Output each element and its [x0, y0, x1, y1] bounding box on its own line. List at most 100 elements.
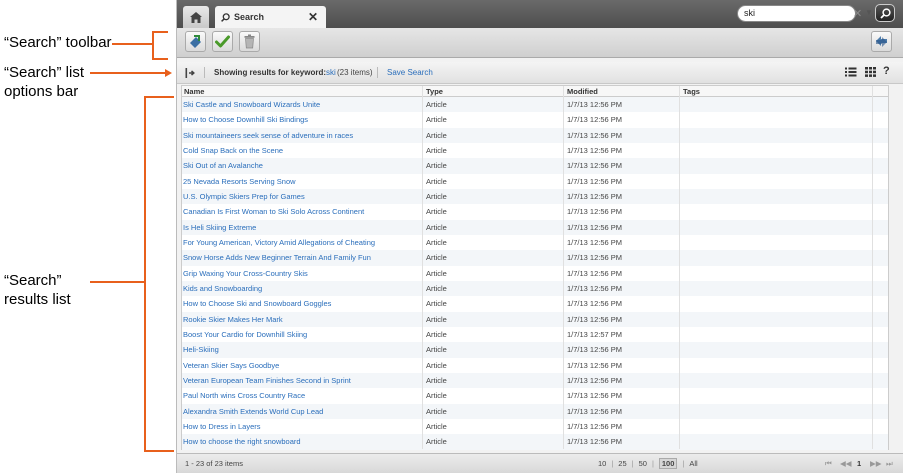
item-name-link[interactable]: Snow Horse Adds New Beginner Terrain And…: [183, 250, 371, 265]
table-row[interactable]: Boost Your Cardio for Downhill Skiing Art…: [182, 327, 888, 342]
app-window: Search ✕ ski ✕ ▼ Showing results for key…: [176, 0, 903, 473]
home-tab[interactable]: [183, 6, 209, 28]
item-name-link[interactable]: Grip Waxing Your Cross-Country Skis: [183, 266, 308, 281]
page-size-option[interactable]: 100: [658, 458, 678, 469]
item-type: Article: [426, 161, 447, 171]
publish-button[interactable]: [185, 31, 206, 52]
clear-search-icon[interactable]: ✕: [853, 7, 862, 20]
next-page-icon[interactable]: ▶▶: [870, 459, 882, 468]
column-divider: [422, 86, 423, 449]
global-search-button[interactable]: [875, 4, 895, 22]
delete-button[interactable]: [239, 31, 260, 52]
table-row[interactable]: Kids and Snowboarding Article 1/7/13 12:56…: [182, 280, 888, 297]
table-row[interactable]: How to Choose Ski and Snowboard Goggles A…: [182, 296, 888, 311]
table-header: Name Type Modified Tags: [182, 86, 888, 97]
annotation-options-line2: options bar: [4, 83, 79, 100]
list-view-icon[interactable]: [845, 67, 857, 77]
pager-footer: 1 - 23 of 23 items 10 | 25 | 50 | 100 | All ⏮ ◀◀…: [177, 453, 903, 473]
column-header-modified[interactable]: Modified: [567, 87, 598, 96]
page-size-option[interactable]: 50: [639, 459, 647, 468]
table-row[interactable]: How to Choose Downhill Ski Bindings Artic…: [182, 112, 888, 127]
table-row[interactable]: Veteran Skier Says Goodbye Article 1/7/13 …: [182, 358, 888, 373]
column-header-tags[interactable]: Tags: [683, 87, 700, 96]
annotation-arrow-options: [165, 69, 172, 77]
item-type: Article: [426, 299, 447, 309]
table-row[interactable]: 25 Nevada Resorts Serving Snow Article 1/7…: [182, 174, 888, 189]
item-name-link[interactable]: Veteran European Team Finishes Second in…: [183, 373, 351, 388]
table-row[interactable]: Snow Horse Adds New Beginner Terrain And…: [182, 250, 888, 266]
item-name-link[interactable]: How to Choose Downhill Ski Bindings: [183, 112, 308, 127]
item-name-link[interactable]: For Young American, Victory Amid Allegat…: [183, 235, 375, 250]
help-icon[interactable]: ?: [883, 65, 890, 77]
publish-icon: [190, 35, 201, 48]
item-name-link[interactable]: Alexandra Smith Extends World Cup Lead: [183, 404, 323, 419]
item-name-link[interactable]: How to Dress in Layers: [183, 419, 261, 434]
item-type: Article: [426, 237, 447, 247]
item-modified: 1/7/13 12:57 PM: [567, 329, 623, 339]
item-name-link[interactable]: Kids and Snowboarding: [183, 281, 262, 296]
item-name-link[interactable]: Boost Your Cardio for Downhill Skiing: [183, 327, 307, 342]
item-name-link[interactable]: Ski mountaineers seek sense of adventure…: [183, 128, 353, 143]
column-header-name[interactable]: Name: [184, 87, 204, 96]
table-row[interactable]: For Young American, Victory Amid Allegat…: [182, 235, 888, 250]
table-row[interactable]: Veteran European Team Finishes Second in…: [182, 372, 888, 389]
global-search-input[interactable]: ski: [737, 5, 856, 22]
table-row[interactable]: Grip Waxing Your Cross-Country Skis Artic…: [182, 266, 888, 281]
last-page-icon[interactable]: ⏭: [886, 459, 893, 469]
column-divider: [872, 86, 873, 449]
search-keyword: ski: [326, 68, 336, 77]
table-row[interactable]: Is Heli Skiing Extreme Article 1/7/13 12:5…: [182, 219, 888, 235]
item-name-link[interactable]: Paul North wins Cross Country Race: [183, 388, 305, 403]
table-row[interactable]: How to Dress in Layers Article 1/7/13 12:5…: [182, 419, 888, 434]
item-name-link[interactable]: Cold Snap Back on the Scene: [183, 143, 283, 158]
approve-button[interactable]: [212, 31, 233, 52]
column-header-type[interactable]: Type: [426, 87, 443, 96]
item-name-link[interactable]: Is Heli Skiing Extreme: [183, 220, 256, 235]
item-name-link[interactable]: How to Choose Ski and Snowboard Goggles: [183, 296, 331, 311]
first-page-icon[interactable]: ⏮: [825, 459, 832, 469]
item-name-link[interactable]: Ski Castle and Snowboard Wizards Unite: [183, 97, 320, 112]
item-modified: 1/7/13 12:56 PM: [567, 406, 623, 416]
grid-view-icon[interactable]: [865, 67, 876, 77]
save-search-link[interactable]: Save Search: [387, 68, 433, 77]
toggle-panel-icon[interactable]: [185, 68, 197, 78]
close-tab-icon[interactable]: ✕: [308, 10, 318, 24]
item-name-link[interactable]: Ski Out of an Avalanche: [183, 158, 263, 173]
page-size-option[interactable]: 10: [598, 459, 606, 468]
table-row[interactable]: Ski Castle and Snowboard Wizards Unite Ar…: [182, 97, 888, 113]
item-type: Article: [426, 360, 447, 370]
table-row[interactable]: Paul North wins Cross Country Race Articl…: [182, 388, 888, 403]
item-type: Article: [426, 391, 447, 401]
search-icon: [221, 12, 230, 22]
item-name-link[interactable]: How to choose the right snowboard: [183, 434, 301, 449]
table-row[interactable]: Alexandra Smith Extends World Cup Lead Ar…: [182, 403, 888, 419]
table-row[interactable]: Ski mountaineers seek sense of adventure…: [182, 127, 888, 144]
table-row[interactable]: How to choose the right snowboard Article…: [182, 434, 888, 450]
table-row[interactable]: Cold Snap Back on the Scene Article 1/7/13…: [182, 143, 888, 158]
table-row[interactable]: Rookie Skier Makes Her Mark Article 1/7/13…: [182, 311, 888, 327]
sync-button[interactable]: [871, 31, 892, 52]
item-name-link[interactable]: Heli-Skiing: [183, 342, 219, 357]
item-type: Article: [426, 100, 447, 109]
annotation-line-options: [90, 72, 166, 74]
table-row[interactable]: U.S. Olympic Skiers Prep for Games Articl…: [182, 188, 888, 205]
item-name-link[interactable]: 25 Nevada Resorts Serving Snow: [183, 174, 296, 189]
page-size-option[interactable]: 25: [618, 459, 626, 468]
table-row[interactable]: Ski Out of an Avalanche Article 1/7/13 12:…: [182, 158, 888, 174]
item-name-link[interactable]: U.S. Olympic Skiers Prep for Games: [183, 189, 305, 204]
table-row[interactable]: Canadian Is First Woman to Ski Solo Acro…: [182, 204, 888, 219]
item-name-link[interactable]: Rookie Skier Makes Her Mark: [183, 312, 283, 327]
options-separator: [204, 67, 205, 78]
page-size-option[interactable]: All: [689, 459, 697, 468]
table-body: Ski Castle and Snowboard Wizards Unite Ar…: [182, 97, 888, 450]
item-name-link[interactable]: Canadian Is First Woman to Ski Solo Acro…: [183, 204, 364, 219]
item-type: Article: [426, 191, 447, 201]
search-dropdown-icon[interactable]: ▼: [865, 8, 873, 17]
annotation-toolbar: “Search” toolbar: [4, 34, 112, 51]
prev-page-icon[interactable]: ◀◀: [840, 459, 852, 468]
current-page[interactable]: 1: [857, 459, 861, 468]
table-row[interactable]: Heli-Skiing Article 1/7/13 12:56 PM: [182, 342, 888, 358]
tab-search[interactable]: Search ✕: [215, 6, 326, 28]
item-modified: 1/7/13 12:56 PM: [567, 253, 623, 263]
item-name-link[interactable]: Veteran Skier Says Goodbye: [183, 358, 279, 373]
